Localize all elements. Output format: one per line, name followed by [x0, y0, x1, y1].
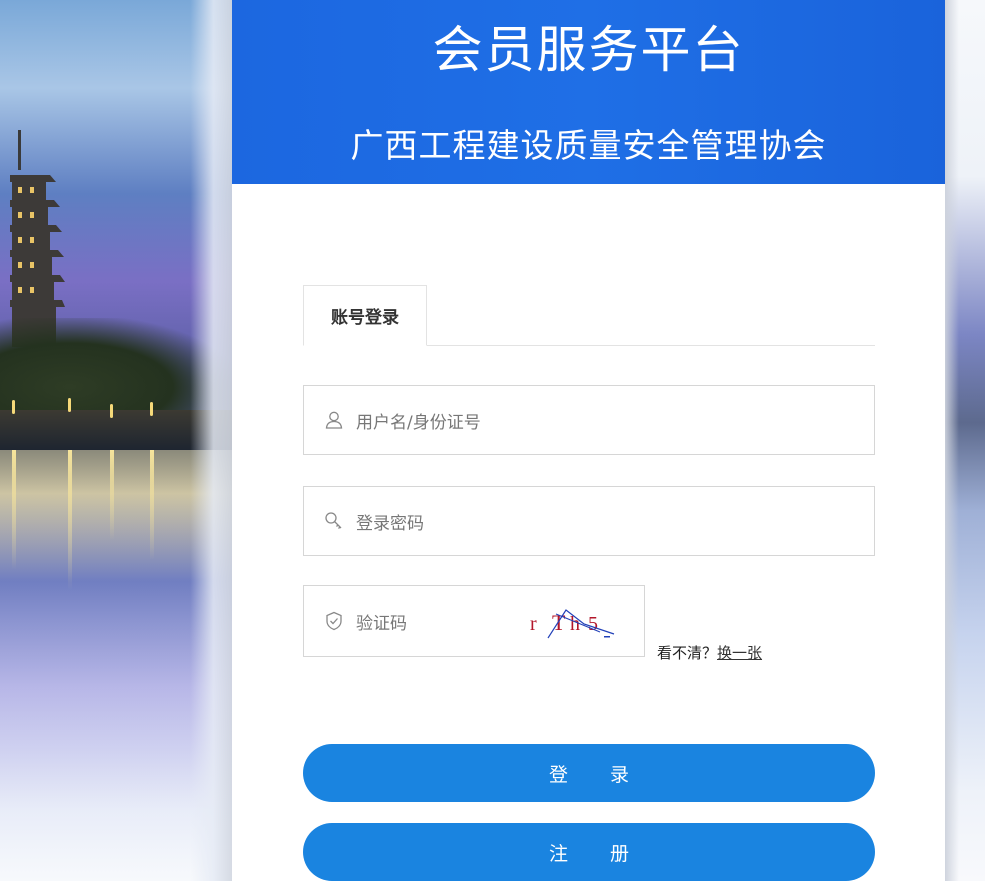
- water-reflection: [0, 450, 232, 881]
- shoreline: [0, 410, 232, 450]
- captcha-hint-text: 看不清？: [657, 644, 718, 662]
- username-placeholder: 用户名/身份证号: [356, 412, 481, 433]
- street-light: [12, 400, 15, 414]
- street-light: [110, 404, 113, 418]
- captcha-field[interactable]: 验证码 r T h 5: [303, 585, 645, 657]
- organization-name: 广西工程建设质量安全管理协会: [350, 126, 827, 165]
- pagoda-illustration: [10, 130, 65, 347]
- shield-check-icon: [326, 611, 342, 631]
- street-light: [68, 398, 71, 412]
- background-scenery-right: [945, 0, 985, 881]
- svg-text:r: r: [530, 613, 537, 635]
- login-card: 会员服务平台 广西工程建设质量安全管理协会 账号登录 用户名/身份证号 登录密码…: [232, 0, 945, 881]
- username-field[interactable]: 用户名/身份证号: [303, 385, 875, 455]
- svg-text:5: 5: [588, 613, 598, 635]
- treeline: [0, 318, 232, 433]
- captcha-hint: 看不清？换一张: [657, 642, 762, 663]
- refresh-captcha-link[interactable]: 换一张: [717, 644, 762, 662]
- street-light: [150, 402, 153, 416]
- platform-title: 会员服务平台: [432, 21, 745, 79]
- tab-account-login[interactable]: 账号登录: [303, 285, 427, 346]
- password-placeholder: 登录密码: [356, 513, 424, 534]
- captcha-placeholder: 验证码: [356, 613, 407, 634]
- header-banner: 会员服务平台 广西工程建设质量安全管理协会: [232, 0, 945, 184]
- captcha-image[interactable]: r T h 5: [526, 600, 626, 642]
- login-button[interactable]: 登 录: [303, 744, 875, 802]
- key-icon: [325, 512, 342, 529]
- password-field[interactable]: 登录密码: [303, 486, 875, 556]
- user-icon: [325, 411, 343, 429]
- register-button[interactable]: 注 册: [303, 823, 875, 881]
- background-scenery-left: [0, 0, 232, 881]
